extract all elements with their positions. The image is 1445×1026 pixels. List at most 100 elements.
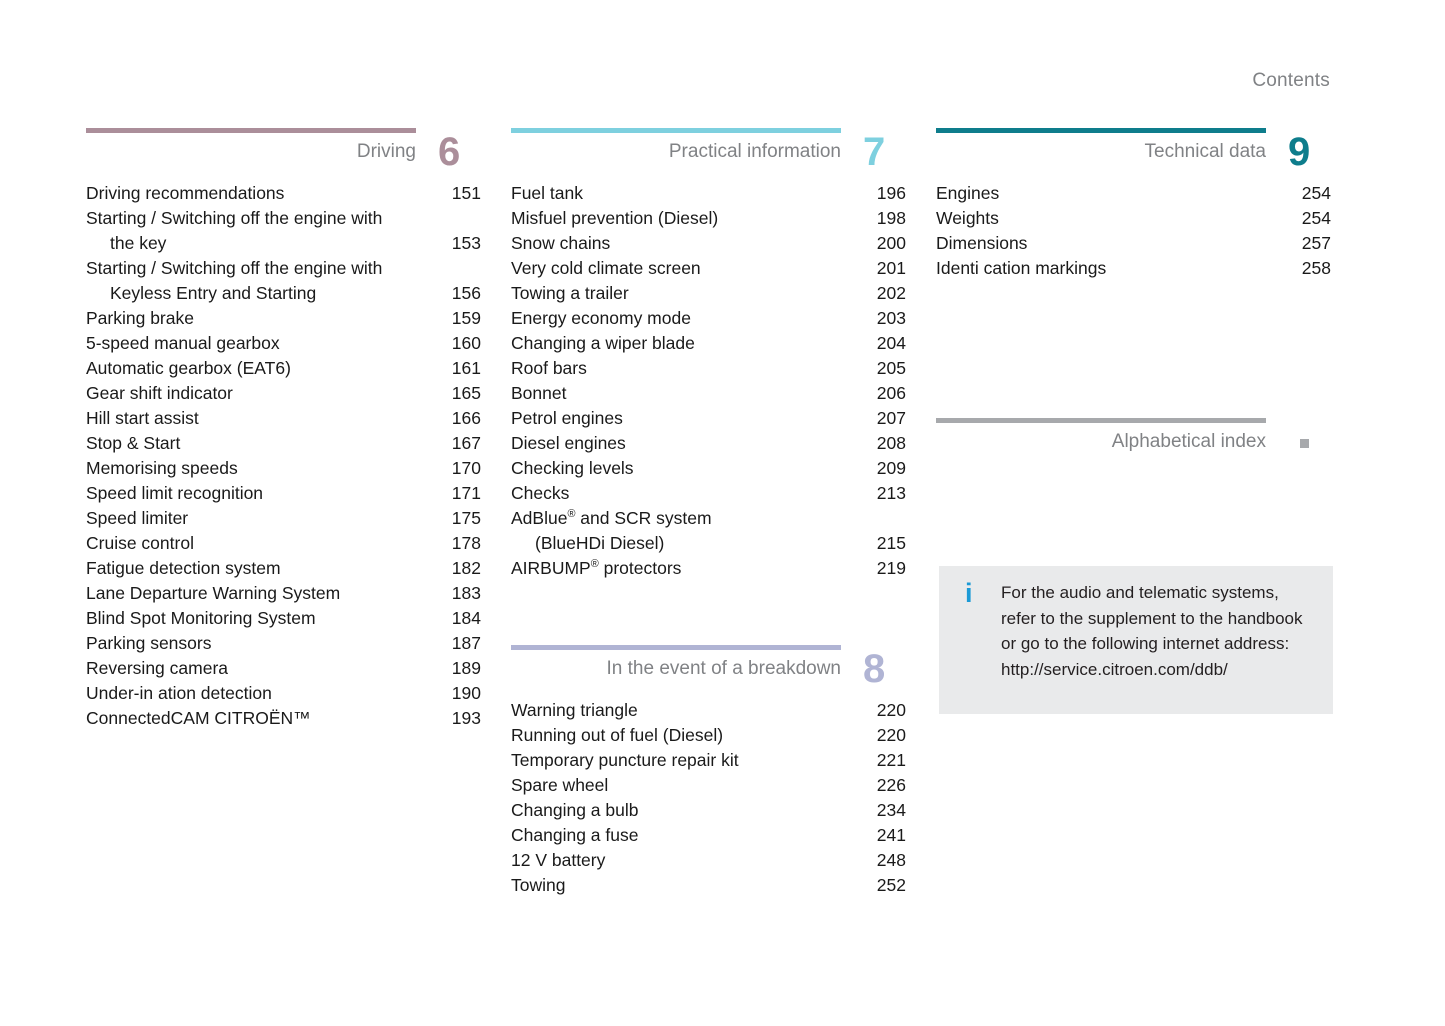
toc-entry[interactable]: Stop & Start 167 [86,431,481,456]
toc-entry-page: 226 [876,775,906,795]
toc-entry[interactable]: ConnectedCAM CITROËN™ 193 [86,706,481,731]
index-marker-square [1300,439,1309,448]
toc-entry[interactable]: Starting / Switching off the engine with… [86,256,481,306]
section-practical-information: Practical information 7 Fuel tank 196 Mi… [511,128,936,581]
toc-entry[interactable]: Checks 213 [511,481,906,506]
toc-entry-page: 248 [876,850,906,870]
toc-entry-line2: (BlueHDi Diesel) [535,533,665,553]
toc-entry-page: 203 [876,308,906,328]
toc-entry[interactable]: Blind Spot Monitoring System 184 [86,606,481,631]
section-number-technical-data: 9 [1288,130,1311,174]
toc-entry-page: 156 [451,283,481,303]
toc-entry-page: 190 [451,683,481,703]
contents-columns: Driving 6 Driving recommendations 151 St… [86,128,1360,898]
toc-entry[interactable]: Temporary puncture repair kit 221 [511,748,906,773]
section-in-the-event-of-a-breakdown: In the event of a breakdown 8 Warning tr… [511,645,936,898]
registered-mark: ® [590,558,599,571]
registered-mark: ® [567,508,576,521]
info-note-link[interactable]: http://service.citroen.com/ddb/ [1001,657,1302,683]
page-title: Contents [1252,70,1330,91]
toc-entry-page: 205 [876,358,906,378]
toc-entry[interactable]: Energy economy mode 203 [511,306,906,331]
section-title-driving: Driving [356,141,416,162]
toc-entry[interactable]: Weights 254 [936,206,1331,231]
toc-entry[interactable]: Parking brake 159 [86,306,481,331]
toc-entry[interactable]: Driving recommendations 151 [86,181,481,206]
toc-entry-page: 165 [451,383,481,403]
section-title-technical-data: Technical data [1144,141,1266,162]
toc-entry-line2: Keyless Entry and Starting [110,283,317,303]
toc-entry[interactable]: Dimensions 257 [936,231,1331,256]
toc-entry[interactable]: Fatigue detection system 182 [86,556,481,581]
toc-entry[interactable]: Cruise control 178 [86,531,481,556]
section-header-driving: Driving 6 [86,131,460,175]
toc-entry[interactable]: Engines 254 [936,181,1331,206]
section-title-breakdown: In the event of a breakdown [606,658,842,679]
toc-entry[interactable]: Spare wheel 226 [511,773,906,798]
toc-entry[interactable]: AdBlue® and SCR system (BlueHDi Diesel) 2… [511,506,906,556]
toc-entry[interactable]: Changing a fuse 241 [511,823,906,848]
column-spacer [936,281,1361,418]
toc-entry[interactable]: Memorising speeds 170 [86,456,481,481]
toc-entry-page: 213 [876,483,906,503]
toc-entry[interactable]: Lane Departure Warning System 183 [86,581,481,606]
toc-entry-page: 171 [451,483,481,503]
toc-entry[interactable]: Automatic gearbox (EAT6) 161 [86,356,481,381]
toc-entry[interactable]: Changing a bulb 234 [511,798,906,823]
toc-entry[interactable]: Checking levels 209 [511,456,906,481]
toc-entry[interactable]: 5-speed manual gearbox 160 [86,331,481,356]
section-number-driving: 6 [438,130,461,174]
toc-entry[interactable]: 12 V battery 248 [511,848,906,873]
toc-entry-page: 252 [876,875,906,895]
column-middle: Practical information 7 Fuel tank 196 Mi… [511,128,936,898]
toc-entry[interactable]: Identi cation markings 258 [936,256,1331,281]
toc-entry[interactable]: AIRBUMP® protectors 219 [511,556,906,581]
toc-entry[interactable]: Snow chains 200 [511,231,906,256]
toc-entry[interactable]: Diesel engines 208 [511,431,906,456]
toc-entry-page: 209 [876,458,906,478]
toc-entry[interactable]: Very cold climate screen 201 [511,256,906,281]
toc-entry[interactable]: Petrol engines 207 [511,406,906,431]
toc-entry-page: 170 [451,458,481,478]
toc-entry[interactable]: Towing a trailer 202 [511,281,906,306]
toc-entry[interactable]: Under-in ation detection 190 [86,681,481,706]
toc-entry[interactable]: Changing a wiper blade 204 [511,331,906,356]
toc-entry-page: 159 [451,308,481,328]
toc-entry[interactable]: Speed limiter 175 [86,506,481,531]
entry-list-practical-information: Fuel tank 196 Misfuel prevention (Diesel… [511,181,906,581]
toc-entry[interactable]: Gear shift indicator 165 [86,381,481,406]
toc-entry-page: 189 [451,658,481,678]
toc-entry[interactable]: Parking sensors 187 [86,631,481,656]
toc-entry[interactable]: Speed limit recognition 171 [86,481,481,506]
toc-entry[interactable]: Towing 252 [511,873,906,898]
toc-entry-page: 208 [876,433,906,453]
toc-entry[interactable]: Hill start assist 166 [86,406,481,431]
toc-entry-page: 193 [451,708,481,728]
column-left: Driving 6 Driving recommendations 151 St… [86,128,511,898]
toc-entry-page: 187 [451,633,481,653]
toc-entry-line1: Starting / Switching off the engine with [86,258,383,278]
toc-entry-page: 183 [451,583,481,603]
toc-entry-page: 219 [876,558,906,578]
toc-entry[interactable]: Starting / Switching off the engine with… [86,206,481,256]
toc-entry[interactable]: Reversing camera 189 [86,656,481,681]
toc-entry-line1: Starting / Switching off the engine with [86,208,383,228]
section-header-alphabetical-index: Alphabetical index [936,423,1309,465]
toc-entry[interactable]: Roof bars 205 [511,356,906,381]
toc-entry-page: 204 [876,333,906,353]
toc-entry[interactable]: Misfuel prevention (Diesel) 198 [511,206,906,231]
section-alphabetical-index[interactable]: Alphabetical index [936,418,1361,465]
section-technical-data: Technical data 9 Engines 254 Weights 254… [936,128,1361,281]
section-title-practical-information: Practical information [668,141,841,162]
toc-entry-page: 202 [876,283,906,303]
toc-entry[interactable]: Fuel tank 196 [511,181,906,206]
toc-entry[interactable]: Running out of fuel (Diesel) 220 [511,723,906,748]
toc-entry[interactable]: Warning triangle 220 [511,698,906,723]
toc-entry[interactable]: Bonnet 206 [511,381,906,406]
entry-list-driving: Driving recommendations 151 Starting / S… [86,181,481,731]
toc-entry-page: 254 [1301,183,1331,203]
toc-entry-page: 184 [451,608,481,628]
toc-entry-page: 221 [876,750,906,770]
toc-entry-page: 220 [876,725,906,745]
entry-list-technical-data: Engines 254 Weights 254 Dimensions 257 I… [936,181,1331,281]
